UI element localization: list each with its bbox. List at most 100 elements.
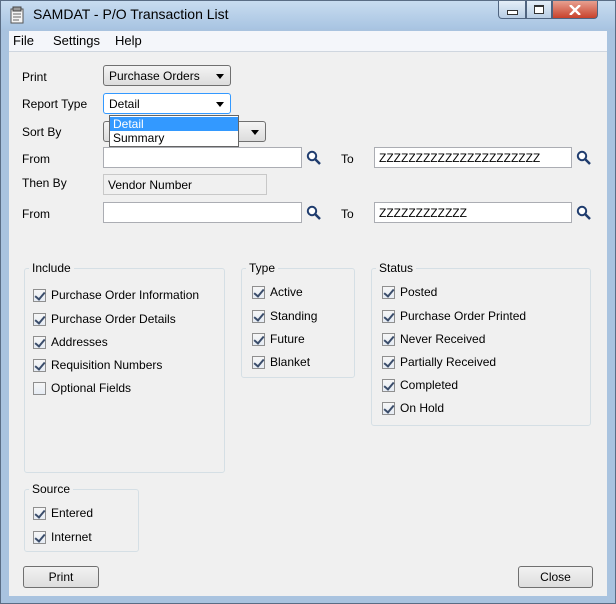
- chevron-down-icon: [251, 130, 259, 135]
- checkbox[interactable]: [252, 355, 265, 369]
- chevron-down-icon: [216, 102, 224, 107]
- source-group-title: Source: [29, 482, 74, 496]
- checkbox-label: Posted: [400, 285, 438, 299]
- source-group: Source Entered Internet: [24, 482, 139, 552]
- checkbox-label: Requisition Numbers: [51, 358, 163, 372]
- report-type-dropdown-list: Detail Summary: [109, 115, 239, 147]
- checkbox[interactable]: [252, 332, 265, 346]
- maximize-icon: [534, 5, 544, 14]
- checkbox[interactable]: [252, 285, 265, 299]
- status-group-title: Status: [376, 261, 417, 275]
- print-button[interactable]: Print: [23, 566, 99, 588]
- checkbox[interactable]: [382, 309, 395, 323]
- type-checkbox-active[interactable]: Active: [252, 284, 303, 300]
- magnifier-icon[interactable]: [306, 205, 322, 221]
- checkbox-label: Future: [270, 332, 305, 346]
- status-checkbox-never-received[interactable]: Never Received: [382, 331, 485, 347]
- then-by-field-value: Vendor Number: [108, 178, 193, 192]
- source-checkbox-internet[interactable]: Internet: [33, 529, 92, 545]
- status-group: Status Posted Purchase Order Printed Nev…: [371, 261, 591, 426]
- include-checkbox-po-information[interactable]: Purchase Order Information: [33, 287, 199, 303]
- checkbox[interactable]: [33, 312, 46, 326]
- checkbox-label: Addresses: [51, 335, 108, 349]
- sort-by-label: Sort By: [22, 125, 62, 139]
- menu-help[interactable]: Help: [115, 33, 142, 48]
- type-checkbox-blanket[interactable]: Blanket: [252, 354, 310, 370]
- checkbox-label: Never Received: [400, 332, 486, 346]
- checkbox-label: Completed: [400, 378, 459, 392]
- type-group-title: Type: [246, 261, 279, 275]
- checkbox-label: Standing: [270, 309, 318, 323]
- status-checkbox-completed[interactable]: Completed: [382, 377, 458, 393]
- window-title: SAMDAT - P/O Transaction List: [33, 6, 229, 22]
- print-combo-value: Purchase Orders: [109, 69, 200, 83]
- close-icon: [569, 4, 581, 15]
- type-checkbox-future[interactable]: Future: [252, 331, 305, 347]
- checkbox[interactable]: [382, 332, 395, 346]
- status-checkbox-partially-received[interactable]: Partially Received: [382, 354, 496, 370]
- to-field-1[interactable]: ZZZZZZZZZZZZZZZZZZZZZZ: [374, 147, 572, 168]
- menu-settings[interactable]: Settings: [53, 33, 100, 48]
- to-field-1-value: ZZZZZZZZZZZZZZZZZZZZZZ: [379, 151, 541, 165]
- menu-bar: File Settings Help: [9, 31, 607, 52]
- status-checkbox-po-printed[interactable]: Purchase Order Printed: [382, 308, 526, 324]
- checkbox-label: Optional Fields: [51, 381, 132, 395]
- checkbox[interactable]: [382, 285, 395, 299]
- magnifier-icon[interactable]: [576, 150, 592, 166]
- checkbox-label: Internet: [51, 530, 92, 544]
- magnifier-icon[interactable]: [576, 205, 592, 221]
- include-checkbox-po-details[interactable]: Purchase Order Details: [33, 311, 176, 327]
- print-label: Print: [22, 70, 47, 84]
- checkbox-label: Purchase Order Information: [51, 288, 200, 302]
- status-checkbox-on-hold[interactable]: On Hold: [382, 400, 444, 416]
- magnifier-icon[interactable]: [306, 150, 322, 166]
- to-field-2-value: ZZZZZZZZZZZZ: [379, 206, 467, 220]
- dropdown-option-summary[interactable]: Summary: [110, 131, 238, 145]
- close-button[interactable]: Close: [518, 566, 593, 588]
- minimize-button[interactable]: [498, 1, 526, 19]
- report-type-label: Report Type: [22, 97, 88, 111]
- from-label-2: From: [22, 207, 50, 221]
- title-bar: SAMDAT - P/O Transaction List: [1, 1, 615, 29]
- checkbox[interactable]: [382, 378, 395, 392]
- report-type-combo[interactable]: Detail: [103, 93, 231, 114]
- checkbox[interactable]: [33, 381, 46, 395]
- checkbox[interactable]: [382, 401, 395, 415]
- checkbox[interactable]: [33, 506, 46, 520]
- checkbox[interactable]: [33, 335, 46, 349]
- to-field-2[interactable]: ZZZZZZZZZZZZ: [374, 202, 572, 223]
- checkbox-label: Active: [270, 285, 303, 299]
- include-group: Include Purchase Order Information Purch…: [24, 261, 225, 473]
- from-field-1[interactable]: [103, 147, 302, 168]
- status-checkbox-posted[interactable]: Posted: [382, 284, 437, 300]
- include-checkbox-addresses[interactable]: Addresses: [33, 334, 108, 350]
- po-transaction-list-window: SAMDAT - P/O Transaction List File Setti…: [0, 0, 616, 604]
- app-icon: [10, 6, 24, 24]
- checkbox[interactable]: [33, 530, 46, 544]
- checkbox-label: Entered: [51, 506, 94, 520]
- checkbox[interactable]: [33, 358, 46, 372]
- print-combo[interactable]: Purchase Orders: [103, 65, 231, 86]
- report-type-combo-value: Detail: [109, 97, 140, 111]
- dropdown-option-detail[interactable]: Detail: [110, 117, 238, 131]
- checkbox-label: Partially Received: [400, 355, 497, 369]
- include-group-title: Include: [29, 261, 74, 275]
- from-field-2[interactable]: [103, 202, 302, 223]
- include-checkbox-requisition-numbers[interactable]: Requisition Numbers: [33, 357, 162, 373]
- checkbox-label: Purchase Order Details: [51, 312, 176, 326]
- to-label-2: To: [341, 207, 354, 221]
- source-checkbox-entered[interactable]: Entered: [33, 505, 93, 521]
- menu-file[interactable]: File: [13, 33, 34, 48]
- checkbox[interactable]: [33, 288, 46, 302]
- then-by-field: Vendor Number: [103, 174, 267, 195]
- chevron-down-icon: [216, 74, 224, 79]
- type-group: Type Active Standing Future Blanket: [241, 261, 355, 378]
- checkbox-label: On Hold: [400, 401, 445, 415]
- checkbox[interactable]: [382, 355, 395, 369]
- type-checkbox-standing[interactable]: Standing: [252, 308, 317, 324]
- close-window-button[interactable]: [552, 1, 598, 19]
- include-checkbox-optional-fields[interactable]: Optional Fields: [33, 380, 131, 396]
- maximize-button[interactable]: [526, 1, 552, 19]
- checkbox[interactable]: [252, 309, 265, 323]
- then-by-label: Then By: [22, 176, 67, 190]
